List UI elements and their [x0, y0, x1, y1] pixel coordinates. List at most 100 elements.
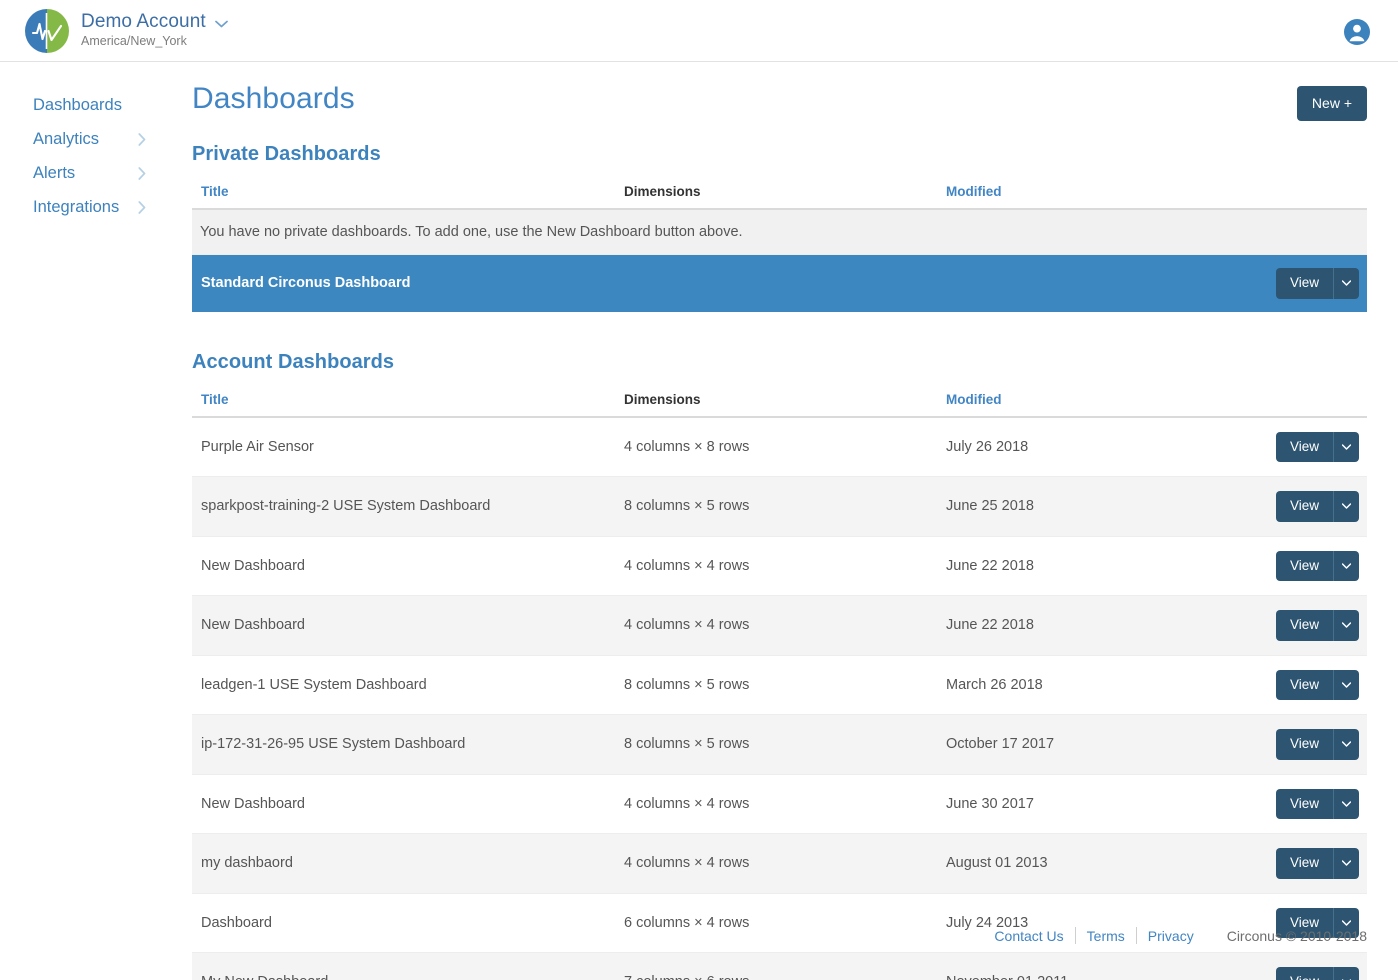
sidebar-nav: Dashboards Analytics Alerts Integrations — [0, 62, 192, 980]
page-body: Dashboards Analytics Alerts Integrations… — [0, 62, 1398, 980]
row-dimensions: 8 columns × 5 rows — [616, 477, 938, 537]
table-row[interactable]: leadgen-1 USE System Dashboard8 columns … — [192, 655, 1367, 715]
footer-link-privacy[interactable]: Privacy — [1137, 928, 1205, 944]
view-button[interactable]: View — [1276, 491, 1333, 522]
sidebar-item-analytics[interactable]: Analytics — [0, 122, 192, 156]
row-dimensions: 7 columns × 6 rows — [616, 953, 938, 980]
column-header-dimensions: Dimensions — [616, 180, 938, 209]
row-modified: August 01 2013 — [938, 834, 1238, 894]
circonus-logo-icon — [25, 9, 69, 53]
view-button[interactable]: View — [1276, 789, 1333, 820]
row-title: New Dashboard — [192, 536, 616, 596]
footer-link-contact-us[interactable]: Contact Us — [994, 928, 1074, 944]
private-table-head: Title Dimensions Modified — [192, 180, 1367, 209]
row-title: My New Dashboard — [192, 953, 616, 980]
table-row[interactable]: New Dashboard4 columns × 4 rowsJune 30 2… — [192, 774, 1367, 834]
row-actions: View — [1238, 655, 1367, 715]
view-dropdown-toggle[interactable] — [1333, 268, 1359, 299]
page-footer: Contact Us Terms Privacy Circonus © 2010… — [994, 927, 1367, 944]
view-dropdown-toggle[interactable] — [1333, 848, 1359, 879]
sidebar-item-label: Dashboards — [33, 96, 122, 115]
table-header-row: Title Dimensions Modified — [192, 180, 1367, 209]
view-button-group: View — [1276, 551, 1359, 582]
view-dropdown-toggle[interactable] — [1333, 432, 1359, 463]
row-modified: June 25 2018 — [938, 477, 1238, 537]
table-row[interactable]: Standard Circonus Dashboard View — [192, 255, 1367, 312]
view-dropdown-toggle[interactable] — [1333, 610, 1359, 641]
account-timezone: America/New_York — [81, 35, 228, 48]
row-dimensions: 4 columns × 4 rows — [616, 774, 938, 834]
chevron-right-icon — [138, 167, 146, 180]
caret-down-icon — [1342, 563, 1351, 569]
row-actions: View — [1238, 477, 1367, 537]
footer-link-terms[interactable]: Terms — [1076, 928, 1136, 944]
row-dimensions: 8 columns × 5 rows — [616, 655, 938, 715]
row-modified: June 22 2018 — [938, 596, 1238, 656]
account-table-head: Title Dimensions Modified — [192, 388, 1367, 417]
column-header-modified[interactable]: Modified — [938, 180, 1238, 209]
row-title: my dashbaord — [192, 834, 616, 894]
new-dashboard-button[interactable]: New + — [1297, 86, 1367, 121]
view-button-group: View — [1276, 610, 1359, 641]
sidebar-item-label: Alerts — [33, 164, 75, 183]
brand-account-switcher[interactable]: Demo Account America/New_York — [25, 9, 228, 53]
row-actions: View — [1238, 417, 1367, 477]
view-button[interactable]: View — [1276, 551, 1333, 582]
column-header-title[interactable]: Title — [192, 180, 616, 209]
caret-down-icon — [1342, 682, 1351, 688]
table-row[interactable]: New Dashboard4 columns × 4 rowsJune 22 2… — [192, 596, 1367, 656]
view-button[interactable]: View — [1276, 670, 1333, 701]
table-row[interactable]: ip-172-31-26-95 USE System Dashboard8 co… — [192, 715, 1367, 775]
caret-down-icon — [1342, 801, 1351, 807]
caret-down-icon — [1342, 503, 1351, 509]
row-title: Standard Circonus Dashboard — [192, 255, 616, 312]
column-header-modified[interactable]: Modified — [938, 388, 1238, 417]
row-dimensions: 4 columns × 4 rows — [616, 596, 938, 656]
table-row[interactable]: My New Dashboard7 columns × 6 rowsNovemb… — [192, 953, 1367, 980]
view-dropdown-toggle[interactable] — [1333, 491, 1359, 522]
account-dashboards-heading: Account Dashboards — [192, 351, 1367, 374]
account-name: Demo Account — [81, 12, 206, 32]
row-dimensions: 4 columns × 4 rows — [616, 536, 938, 596]
view-dropdown-toggle[interactable] — [1333, 789, 1359, 820]
empty-state-message: You have no private dashboards. To add o… — [192, 209, 1367, 255]
user-circle-icon[interactable] — [1344, 19, 1370, 45]
chevron-down-icon[interactable] — [215, 20, 228, 28]
row-title: New Dashboard — [192, 596, 616, 656]
view-button-group: View — [1276, 491, 1359, 522]
row-modified: June 30 2017 — [938, 774, 1238, 834]
column-header-actions — [1238, 388, 1367, 417]
view-button[interactable]: View — [1276, 729, 1333, 760]
row-title: Purple Air Sensor — [192, 417, 616, 477]
view-button-group: View — [1276, 670, 1359, 701]
empty-state-row: You have no private dashboards. To add o… — [192, 209, 1367, 255]
sidebar-item-integrations[interactable]: Integrations — [0, 190, 192, 224]
view-button[interactable]: View — [1276, 432, 1333, 463]
table-row[interactable]: sparkpost-training-2 USE System Dashboar… — [192, 477, 1367, 537]
view-button[interactable]: View — [1276, 610, 1333, 641]
row-title: sparkpost-training-2 USE System Dashboar… — [192, 477, 616, 537]
row-title: ip-172-31-26-95 USE System Dashboard — [192, 715, 616, 775]
row-actions: View — [1238, 834, 1367, 894]
table-row[interactable]: my dashbaord4 columns × 4 rowsAugust 01 … — [192, 834, 1367, 894]
column-header-title[interactable]: Title — [192, 388, 616, 417]
page-header-row: Dashboards New + — [192, 62, 1367, 121]
view-dropdown-toggle[interactable] — [1333, 551, 1359, 582]
sidebar-item-alerts[interactable]: Alerts — [0, 156, 192, 190]
view-dropdown-toggle[interactable] — [1333, 967, 1359, 980]
view-dropdown-toggle[interactable] — [1333, 670, 1359, 701]
sidebar-item-label: Integrations — [33, 198, 119, 217]
view-button-group: View — [1276, 848, 1359, 879]
view-button[interactable]: View — [1276, 268, 1333, 299]
table-row[interactable]: Purple Air Sensor4 columns × 8 rowsJuly … — [192, 417, 1367, 477]
row-dimensions: 8 columns × 5 rows — [616, 715, 938, 775]
row-modified: March 26 2018 — [938, 655, 1238, 715]
view-button[interactable]: View — [1276, 967, 1333, 980]
view-button[interactable]: View — [1276, 848, 1333, 879]
caret-down-icon — [1342, 444, 1351, 450]
view-dropdown-toggle[interactable] — [1333, 729, 1359, 760]
view-button-group: View — [1276, 729, 1359, 760]
sidebar-item-dashboards[interactable]: Dashboards — [0, 88, 192, 122]
table-row[interactable]: New Dashboard4 columns × 4 rowsJune 22 2… — [192, 536, 1367, 596]
chevron-right-icon — [138, 201, 146, 214]
